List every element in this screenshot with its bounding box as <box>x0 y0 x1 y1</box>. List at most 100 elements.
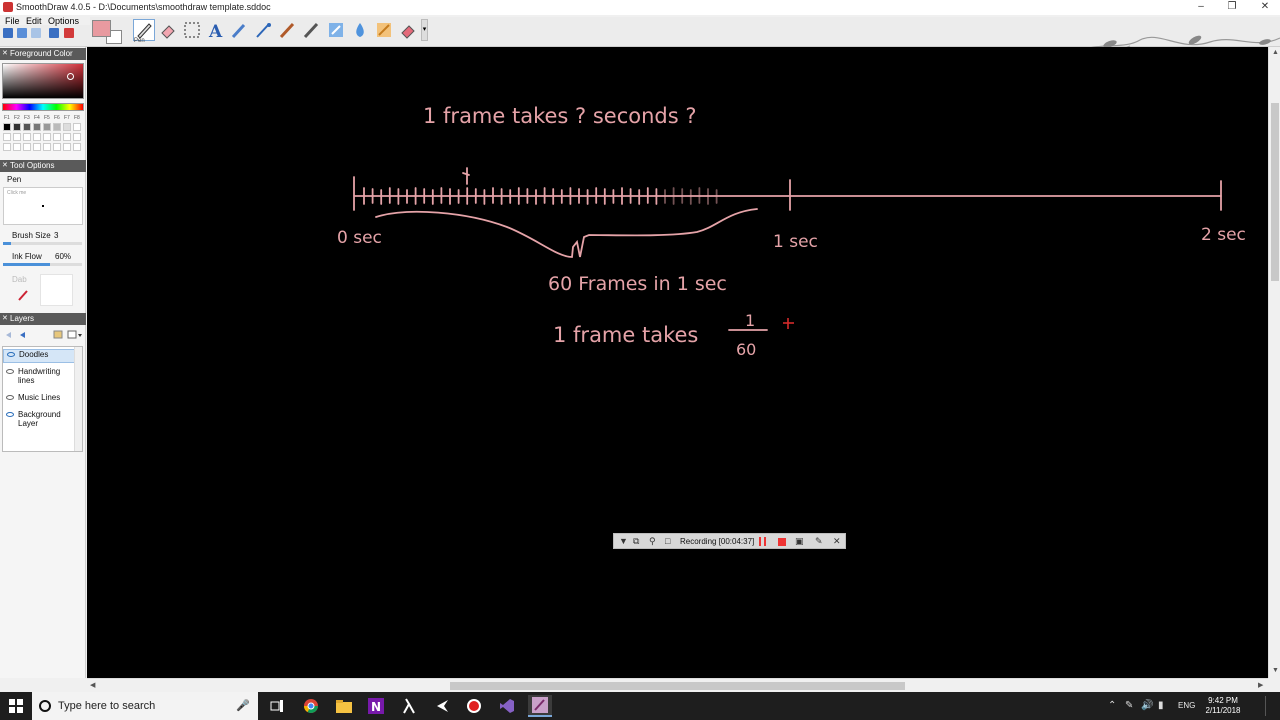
scroll-down-icon[interactable]: ▼ <box>1272 667 1279 674</box>
layers-header[interactable]: Layers <box>0 313 86 325</box>
selection-icon[interactable] <box>181 19 203 41</box>
color-picker-area[interactable] <box>2 63 84 99</box>
file-explorer-icon[interactable] <box>332 695 356 717</box>
palette-swatch[interactable] <box>23 123 31 131</box>
menu-options[interactable]: Options <box>48 15 79 27</box>
palette-swatch[interactable] <box>63 133 71 141</box>
palette-swatch[interactable] <box>43 143 51 151</box>
tool-options-header[interactable]: Tool Options <box>0 160 86 172</box>
palette-swatch[interactable] <box>43 133 51 141</box>
palette-swatch[interactable] <box>33 133 41 141</box>
undo-icon[interactable] <box>17 28 27 38</box>
palette-swatch[interactable] <box>13 133 21 141</box>
brush-icon[interactable] <box>229 19 251 41</box>
show-desktop-button[interactable] <box>1265 696 1266 716</box>
microphone-icon[interactable]: 🎤 <box>236 699 250 712</box>
visual-studio-icon[interactable] <box>495 695 519 717</box>
volume-icon[interactable]: 🔊 <box>1141 700 1153 711</box>
taskbar-search-box[interactable]: Type here to search 🎤 <box>32 692 258 720</box>
clear-icon[interactable] <box>64 28 74 38</box>
palette-swatch[interactable] <box>53 143 61 151</box>
palette-swatch[interactable] <box>73 133 81 141</box>
menu-file[interactable]: File <box>5 15 20 27</box>
text-icon[interactable]: A <box>205 19 227 41</box>
close-button[interactable]: ✕ <box>1250 0 1280 15</box>
close-recording-icon[interactable]: ✕ <box>833 536 841 547</box>
language-indicator[interactable]: ENG <box>1178 701 1195 710</box>
redo-icon[interactable] <box>31 28 41 38</box>
drawing-canvas[interactable]: 1 frame takes ? seconds ? 0 sec 1 sec 2 … <box>87 47 1268 678</box>
collapse-icon[interactable]: ▼ <box>619 536 628 547</box>
app-media-icon[interactable] <box>431 695 455 717</box>
brush-preview[interactable]: Click me <box>3 187 83 225</box>
toolbar-more-button[interactable]: ▾ <box>421 19 428 41</box>
eraser-icon[interactable] <box>157 19 179 41</box>
pause-icon[interactable] <box>759 537 766 546</box>
pencil-icon[interactable] <box>277 19 299 41</box>
water-icon[interactable] <box>325 19 347 41</box>
visibility-eye-icon[interactable] <box>6 369 14 374</box>
visibility-eye-icon[interactable] <box>7 352 15 357</box>
dab-brush-icon[interactable] <box>17 288 31 302</box>
airbrush-icon[interactable] <box>253 19 275 41</box>
onenote-icon[interactable]: N <box>364 695 388 717</box>
palette-swatch[interactable] <box>43 123 51 131</box>
menu-edit[interactable]: Edit <box>26 15 42 27</box>
vertical-scrollbar[interactable]: ▲ ▼ <box>1268 47 1280 678</box>
brush-size-slider[interactable] <box>3 242 82 245</box>
hue-slider[interactable] <box>2 103 84 111</box>
palette-swatch[interactable] <box>33 123 41 131</box>
palette-swatch[interactable] <box>3 143 11 151</box>
palette-swatch[interactable] <box>23 133 31 141</box>
horizontal-scroll-thumb[interactable] <box>450 682 905 690</box>
palette-swatch[interactable] <box>63 143 71 151</box>
pink-eraser-icon[interactable] <box>397 19 419 41</box>
region-icon[interactable]: □ <box>665 536 670 547</box>
layer-doodles[interactable]: Doodles <box>3 349 75 363</box>
layer-background[interactable]: Background Layer <box>3 410 75 430</box>
palette-swatch[interactable] <box>33 143 41 151</box>
palette-swatch[interactable] <box>73 143 81 151</box>
layers-scrollbar[interactable] <box>74 347 82 451</box>
palette-swatch[interactable] <box>3 123 11 131</box>
scroll-left-icon[interactable]: ◀ <box>90 681 95 689</box>
record-app-icon[interactable] <box>462 695 486 717</box>
maximize-button[interactable]: ❐ <box>1217 0 1247 15</box>
blur-icon[interactable] <box>301 19 323 41</box>
visibility-eye-icon[interactable] <box>6 395 14 400</box>
app-lambda-icon[interactable] <box>397 695 421 717</box>
foreground-color-swatch[interactable] <box>92 20 111 37</box>
save-icon[interactable] <box>3 28 13 38</box>
battery-icon[interactable]: ▮ <box>1158 700 1164 711</box>
palette-swatch[interactable] <box>73 123 81 131</box>
tray-chevron-icon[interactable]: ⌃ <box>1108 700 1116 711</box>
system-clock[interactable]: 9:42 PM 2/11/2018 <box>1203 696 1243 716</box>
vertical-scroll-thumb[interactable] <box>1271 103 1279 281</box>
window-select-icon[interactable]: ⧉ <box>633 536 639 547</box>
palette-swatch[interactable] <box>13 143 21 151</box>
palette-swatch[interactable] <box>23 143 31 151</box>
palette-swatch[interactable] <box>53 123 61 131</box>
horizontal-scrollbar[interactable]: ◀ ▶ <box>87 678 1268 692</box>
layer-music-lines[interactable]: Music Lines <box>3 393 75 405</box>
smudge-icon[interactable] <box>349 19 371 41</box>
highlighter-icon[interactable] <box>373 19 395 41</box>
foreground-color-header[interactable]: Foreground Color <box>0 48 86 60</box>
palette-swatch[interactable] <box>13 123 21 131</box>
screenshot-icon[interactable]: ▣ <box>795 536 804 547</box>
stop-icon[interactable] <box>778 538 786 546</box>
draw-pencil-icon[interactable]: ✎ <box>815 536 823 547</box>
palette-swatch[interactable] <box>63 123 71 131</box>
layer-handwriting-lines[interactable]: Handwriting lines <box>3 367 75 387</box>
scroll-up-icon[interactable]: ▲ <box>1272 49 1279 56</box>
ink-flow-slider[interactable] <box>3 263 82 266</box>
task-view-icon[interactable] <box>265 695 289 717</box>
palette-swatch[interactable] <box>53 133 61 141</box>
copy-icon[interactable] <box>49 28 59 38</box>
smoothdraw-icon[interactable] <box>528 695 552 717</box>
network-icon[interactable]: ✎ <box>1125 700 1133 711</box>
scroll-right-icon[interactable]: ▶ <box>1258 681 1263 689</box>
visibility-eye-icon[interactable] <box>6 412 14 417</box>
minimize-button[interactable]: – <box>1186 0 1216 15</box>
dab-preview[interactable] <box>40 274 73 306</box>
